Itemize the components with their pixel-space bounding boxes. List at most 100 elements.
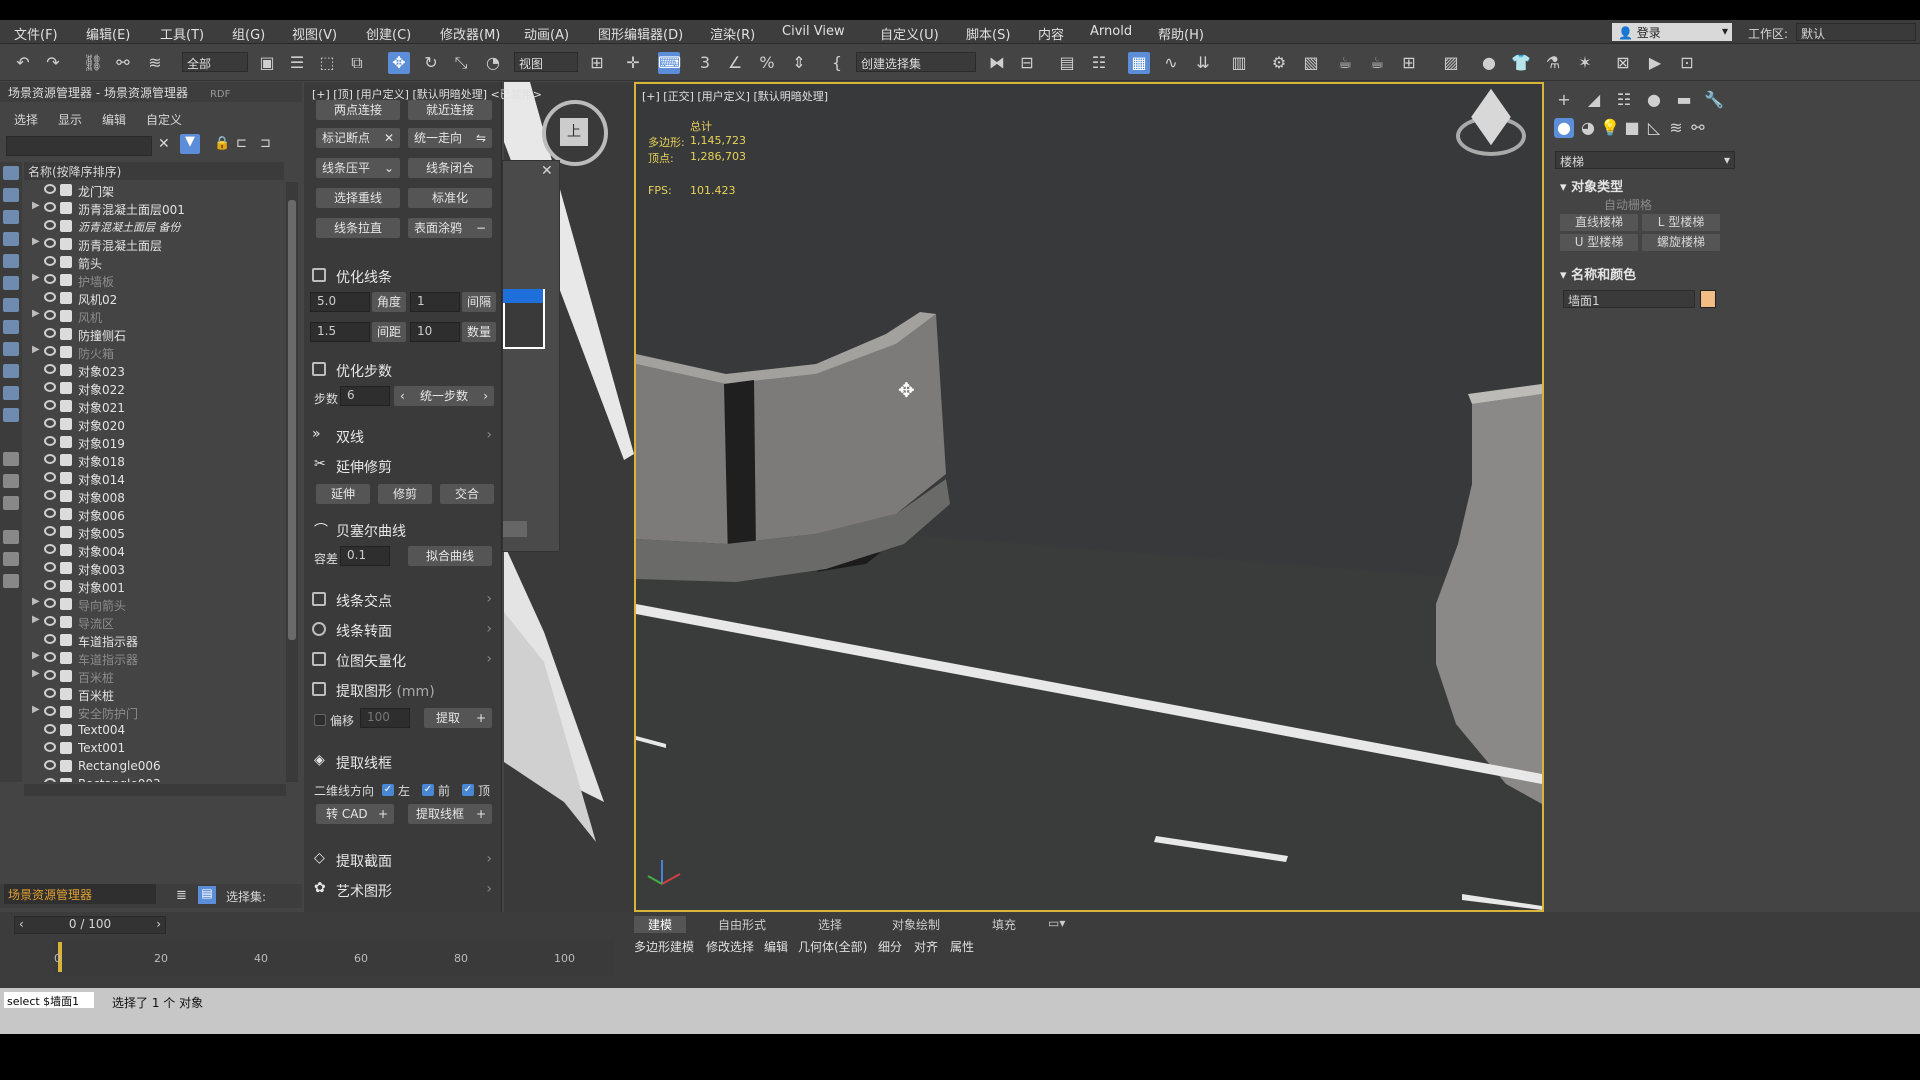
time-slider[interactable]: ‹ 0 / 100 ›: [14, 916, 166, 934]
section-optimize-lines[interactable]: 优化线条: [310, 264, 496, 288]
display-all-icon[interactable]: [3, 452, 19, 466]
material-editor-icon[interactable]: ▥: [1228, 52, 1250, 74]
scene-tree-row[interactable]: 沥青混凝土面层 备份: [24, 218, 284, 236]
offset-checkbox[interactable]: [314, 714, 326, 726]
move-icon[interactable]: ✥: [388, 52, 410, 74]
viewcube-top-face[interactable]: 上: [560, 118, 588, 146]
tab-modeling[interactable]: 建模: [634, 916, 687, 933]
scene-menu-edit[interactable]: 编辑: [102, 111, 126, 128]
spinner-snap-icon[interactable]: ⇕: [788, 52, 810, 74]
reference-coord-select[interactable]: 视图: [514, 52, 578, 72]
menu-graph-editors[interactable]: 图形编辑器(D): [598, 24, 683, 43]
section-extend-trim[interactable]: ✂ 延伸修剪: [310, 454, 496, 478]
subtab-modify-selection[interactable]: 修改选择: [706, 938, 754, 955]
scene-tree-row[interactable]: ▶ 防火箱: [24, 344, 284, 362]
scene-tree-row[interactable]: 对象020: [24, 416, 284, 434]
menu-arnold[interactable]: Arnold: [1090, 24, 1132, 39]
menu-civil-view[interactable]: Civil View: [782, 24, 845, 39]
track-bar[interactable]: 0 20 40 60 80 100: [54, 940, 614, 976]
extract-button[interactable]: 提取 +: [424, 708, 492, 728]
eye-icon[interactable]: [44, 436, 56, 446]
scene-tree-row[interactable]: 对象004: [24, 542, 284, 560]
render-cloud-icon[interactable]: ⊞: [1398, 52, 1420, 74]
eye-icon[interactable]: [44, 598, 56, 608]
subtab-properties[interactable]: 属性: [950, 938, 974, 955]
eye-icon[interactable]: [44, 760, 56, 770]
menu-customize[interactable]: 自定义(U): [880, 24, 939, 43]
shirt-icon[interactable]: 👕: [1510, 52, 1532, 74]
steps-value-input[interactable]: 6: [340, 386, 390, 406]
cameras-icon[interactable]: ■: [1622, 118, 1642, 138]
section-art-shapes[interactable]: ✿ 艺术图形 ›: [310, 878, 496, 902]
scene-tree-row[interactable]: ▶ 导流区: [24, 614, 284, 632]
trim-button[interactable]: 修剪: [378, 484, 432, 504]
scene-tree-row[interactable]: 车道指示器: [24, 632, 284, 650]
section-extract-wireframe[interactable]: ◈ 提取线框: [310, 750, 496, 774]
sync-icon[interactable]: ⊐: [260, 136, 271, 151]
section-line-to-surface[interactable]: 线条转面 ›: [310, 618, 496, 642]
autogrid-checkbox[interactable]: 自动栅格: [1604, 196, 1652, 213]
intersect-button[interactable]: 交合: [440, 484, 494, 504]
subtab-align[interactable]: 对齐: [914, 938, 938, 955]
fit-curve-button[interactable]: 拟合曲线: [408, 546, 492, 566]
filter-icon[interactable]: ▼: [180, 134, 200, 154]
scene-tree-row[interactable]: ▶ 安全防护门: [24, 704, 284, 722]
eye-icon[interactable]: [44, 310, 56, 320]
l-type-stair-button[interactable]: L 型楼梯: [1642, 214, 1720, 231]
scene-search-input[interactable]: [6, 136, 152, 156]
menu-group[interactable]: 组(G): [232, 24, 265, 43]
menu-modifiers[interactable]: 修改器(M): [440, 24, 500, 43]
menu-tools[interactable]: 工具(T): [160, 24, 204, 43]
rendered-frame-icon[interactable]: ▧: [1300, 52, 1322, 74]
nearest-connect-button[interactable]: 就近连接: [408, 100, 492, 120]
scene-tree-row[interactable]: ▶ 风机: [24, 308, 284, 326]
scene-tree-row[interactable]: 对象022: [24, 380, 284, 398]
subtab-geometry[interactable]: 几何体(全部): [798, 938, 867, 955]
scene-tree-row[interactable]: ▶ 沥青混凝土面层: [24, 236, 284, 254]
eye-icon[interactable]: [44, 256, 56, 266]
scene-explorer-icon[interactable]: ☷: [1088, 52, 1110, 74]
close-icon[interactable]: ✕: [541, 163, 553, 179]
scene-tree-row[interactable]: 防撞侧石: [24, 326, 284, 344]
eye-icon[interactable]: [44, 724, 56, 734]
scene-tree-row[interactable]: 对象014: [24, 470, 284, 488]
extend-button[interactable]: 延伸: [316, 484, 370, 504]
eye-icon[interactable]: [44, 580, 56, 590]
scene-tree-row[interactable]: 箭头: [24, 254, 284, 272]
dialog-button[interactable]: [503, 521, 527, 537]
eye-icon[interactable]: [44, 706, 56, 716]
tree-horizontal-scrollbar[interactable]: [24, 784, 286, 796]
expand-arrow-icon[interactable]: ▶: [32, 596, 40, 607]
subtab-subdivision[interactable]: 细分: [878, 938, 902, 955]
layers-icon[interactable]: [3, 574, 19, 588]
close-lines-button[interactable]: 线条闭合: [408, 158, 492, 178]
export-render-icon[interactable]: ⊡: [1676, 52, 1698, 74]
keyboard-shortcut-icon[interactable]: ⌨: [658, 52, 681, 74]
dialog-list-selected[interactable]: [503, 289, 543, 303]
subtab-poly-modeling[interactable]: 多边形建模: [634, 938, 694, 955]
bind-space-warp-icon[interactable]: ≋: [144, 52, 166, 74]
tolerance-value-input[interactable]: 0.1: [340, 546, 390, 566]
menu-create[interactable]: 创建(C): [366, 24, 411, 43]
eye-icon[interactable]: [44, 670, 56, 680]
tab-object-paint[interactable]: 对象绘制: [892, 916, 940, 933]
helper-filter-icon[interactable]: [3, 254, 19, 268]
display-none-icon[interactable]: [3, 474, 19, 488]
teapot-icon[interactable]: ⚗: [1542, 52, 1564, 74]
eye-icon[interactable]: [44, 220, 56, 230]
section-double-line[interactable]: 双线» ›: [310, 424, 496, 448]
workspace-select[interactable]: 默认: [1796, 23, 1916, 41]
maxscript-listener-input[interactable]: select $墙面1: [4, 992, 94, 1008]
interval-value-input[interactable]: 1: [410, 292, 460, 312]
expand-arrow-icon[interactable]: ▶: [32, 668, 40, 679]
eye-icon[interactable]: [44, 616, 56, 626]
systems-icon[interactable]: ⚯: [1688, 118, 1708, 138]
geometry-icon[interactable]: ●: [1554, 118, 1574, 138]
eye-icon[interactable]: [44, 472, 56, 482]
group-filter-icon[interactable]: [3, 298, 19, 312]
scene-tree-row[interactable]: Rectangle006: [24, 758, 284, 776]
selection-filter-select[interactable]: 全部: [182, 52, 248, 72]
menu-scripting[interactable]: 脚本(S): [966, 24, 1010, 43]
scene-tree-row[interactable]: 对象005: [24, 524, 284, 542]
plugin-icon[interactable]: ✶: [1574, 52, 1596, 74]
